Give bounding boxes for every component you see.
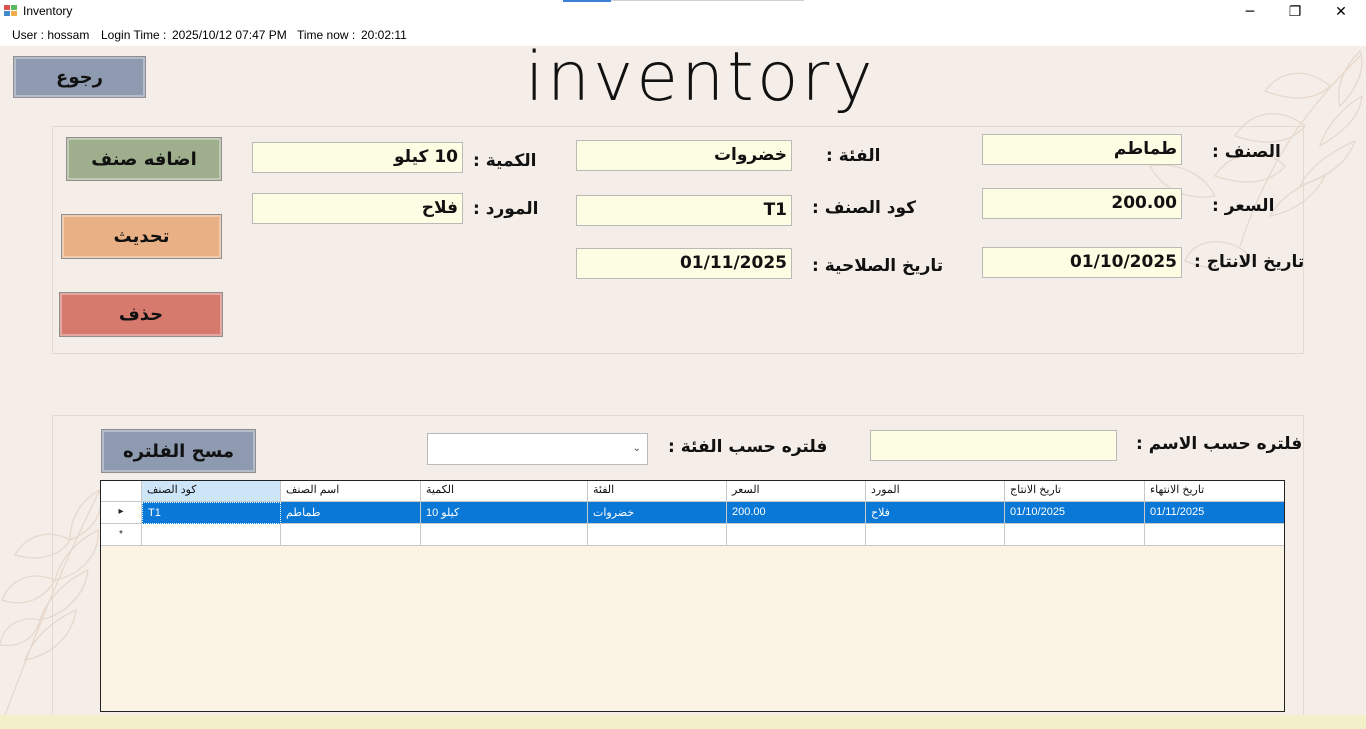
new-cell[interactable]: [142, 524, 281, 546]
cell-quantity[interactable]: 10 كيلو: [421, 502, 588, 524]
production-date-label: تاريخ الانتاج :: [1194, 252, 1305, 272]
quantity-label: الكمية :: [473, 151, 537, 171]
new-cell[interactable]: [1145, 524, 1284, 546]
cell-production-date[interactable]: 01/10/2025: [1005, 502, 1145, 524]
column-header-category[interactable]: الفئة: [588, 481, 727, 502]
new-row-marker: *: [101, 524, 142, 546]
cell-supplier[interactable]: فلاح: [866, 502, 1005, 524]
supplier-field[interactable]: فلاح: [252, 193, 463, 224]
new-cell[interactable]: [281, 524, 421, 546]
new-cell[interactable]: [421, 524, 588, 546]
item-label: الصنف :: [1212, 142, 1281, 162]
production-date-field[interactable]: 01/10/2025: [982, 247, 1182, 278]
new-cell[interactable]: [1005, 524, 1145, 546]
column-header-quantity[interactable]: الكمية: [421, 481, 588, 502]
time-now-value: 20:02:11: [361, 28, 407, 42]
column-header-code[interactable]: كود الصنف: [142, 481, 281, 502]
column-header-production-date[interactable]: تاريخ الانتاج: [1005, 481, 1145, 502]
expiry-date-field[interactable]: 01/11/2025: [576, 248, 792, 279]
column-header-expiry-date[interactable]: تاريخ الانتهاء: [1145, 481, 1284, 502]
category-filter-label: فلتره حسب الفئة :: [668, 437, 828, 457]
title-bar: Inventory ─ ❐ ✕: [0, 0, 1366, 24]
back-button[interactable]: رجوع: [13, 56, 146, 98]
new-cell[interactable]: [866, 524, 1005, 546]
maximize-button[interactable]: ❐: [1272, 2, 1318, 22]
user-text: User : hossam: [12, 28, 90, 42]
column-header-supplier[interactable]: المورد: [866, 481, 1005, 502]
category-filter-dropdown[interactable]: ⌄: [427, 433, 648, 465]
cell-category[interactable]: خضروات: [588, 502, 727, 524]
category-label: الفئة :: [826, 146, 881, 166]
category-field[interactable]: خضروات: [576, 140, 792, 171]
inventory-grid[interactable]: كود الصنف اسم الصنف الكمية الفئة السعر ا…: [100, 480, 1285, 712]
column-header-price[interactable]: السعر: [727, 481, 866, 502]
tab-indicator-line: [611, 0, 804, 1]
price-label: السعر :: [1212, 196, 1275, 216]
minimize-button[interactable]: ─: [1227, 2, 1273, 22]
row-selector-icon[interactable]: ▸: [101, 502, 142, 524]
delete-button[interactable]: حذف: [59, 292, 223, 337]
page-title: inventory: [525, 38, 876, 117]
item-name-field[interactable]: طماطم: [982, 134, 1182, 165]
add-item-button[interactable]: اضافه صنف: [66, 137, 222, 181]
name-filter-field[interactable]: [870, 430, 1117, 461]
window-title: Inventory: [23, 4, 73, 18]
app-icon: [4, 5, 18, 17]
expiry-date-label: تاريخ الصلاحية :: [812, 256, 944, 276]
name-filter-label: فلتره حسب الاسم :: [1136, 434, 1303, 454]
item-code-label: كود الصنف :: [812, 198, 917, 218]
new-cell[interactable]: [588, 524, 727, 546]
grid-corner-header: [101, 481, 142, 502]
column-header-name[interactable]: اسم الصنف: [281, 481, 421, 502]
cell-expiry-date[interactable]: 01/11/2025: [1145, 502, 1284, 524]
chevron-down-icon: ⌄: [632, 443, 641, 454]
close-button[interactable]: ✕: [1318, 2, 1364, 22]
item-code-field[interactable]: T1: [576, 195, 792, 226]
cell-code[interactable]: T1: [142, 502, 281, 524]
tab-indicator: [563, 0, 611, 2]
cell-price[interactable]: 200.00: [727, 502, 866, 524]
time-now-label: Time now :: [297, 28, 356, 42]
clear-filter-button[interactable]: مسح الفلتره: [101, 429, 256, 473]
price-field[interactable]: 200.00: [982, 188, 1182, 219]
login-time-value: 2025/10/12 07:47 PM: [172, 28, 287, 42]
update-button[interactable]: تحديث: [61, 214, 222, 259]
bottom-strip: [0, 715, 1366, 729]
new-cell[interactable]: [727, 524, 866, 546]
login-time-label: Login Time :: [101, 28, 167, 42]
quantity-field[interactable]: 10 كيلو: [252, 142, 463, 173]
supplier-label: المورد :: [473, 199, 539, 219]
cell-name[interactable]: طماطم: [281, 502, 421, 524]
